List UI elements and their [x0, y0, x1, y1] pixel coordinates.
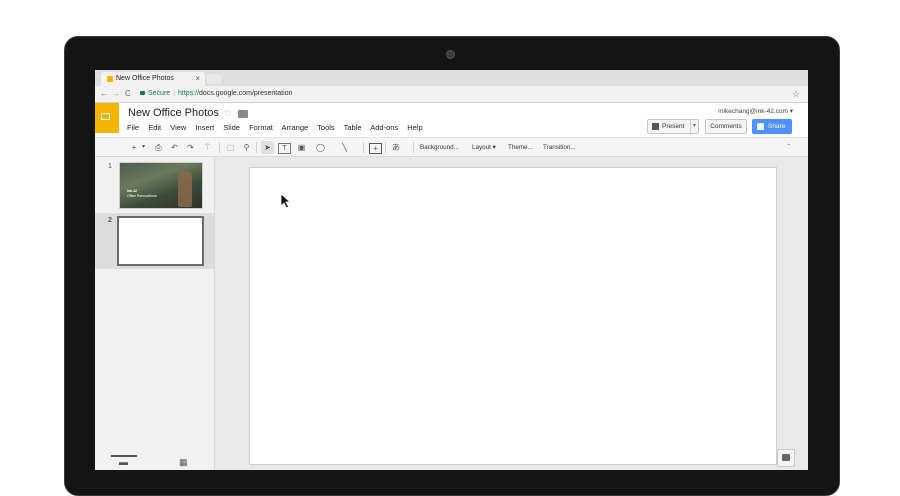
slide-thumbnail-2[interactable]: [117, 216, 204, 266]
thumbnail-title: Ink-42: [127, 189, 138, 193]
share-button[interactable]: Share: [752, 119, 792, 134]
zoom-icon[interactable]: ⚲: [241, 141, 252, 154]
new-slide-dropdown-icon[interactable]: ▾: [140, 141, 147, 154]
webcam: [446, 50, 455, 59]
explore-icon: [782, 454, 790, 461]
menu-arrange[interactable]: Arrange: [282, 123, 309, 132]
menu-table[interactable]: Table: [344, 123, 362, 132]
reload-icon[interactable]: C: [125, 87, 131, 101]
menu-insert[interactable]: Insert: [195, 123, 214, 132]
new-tab-button[interactable]: [207, 74, 221, 84]
menu-bar: File Edit View Insert Slide Format Arran…: [127, 123, 430, 132]
bookmark-star-icon[interactable]: ☆: [792, 87, 800, 101]
textbox-icon[interactable]: T: [278, 143, 291, 154]
slides-logo-icon[interactable]: [95, 103, 119, 133]
tab-title: New Office Photos: [116, 75, 174, 82]
tab-close-icon[interactable]: ×: [195, 72, 200, 86]
lock-icon: [140, 91, 145, 96]
slides-favicon-icon: [107, 76, 113, 82]
star-icon[interactable]: ☆: [223, 108, 232, 119]
collapse-toolbar-icon[interactable]: ˆ: [787, 141, 790, 154]
background-button[interactable]: Background...: [420, 141, 459, 154]
menu-tools[interactable]: Tools: [317, 123, 335, 132]
shape-icon[interactable]: ◯: [315, 141, 326, 154]
print-icon[interactable]: ⎙: [153, 141, 164, 154]
menu-edit[interactable]: Edit: [148, 123, 161, 132]
menu-help[interactable]: Help: [407, 123, 422, 132]
menu-format[interactable]: Format: [249, 123, 273, 132]
present-label: Present: [662, 123, 685, 130]
share-icon: [757, 123, 764, 130]
address-bar: ← → C Secure | https://docs.google.com/pre…: [95, 86, 808, 103]
present-icon: [652, 123, 659, 130]
url-field[interactable]: Secure | https://docs.google.com/presentat…: [140, 88, 292, 100]
present-dropdown-icon[interactable]: ▾: [689, 120, 696, 133]
explore-button[interactable]: [777, 449, 795, 467]
line-icon[interactable]: ╲: [339, 141, 350, 154]
transition-button[interactable]: Transition...: [543, 141, 576, 154]
input-tools-icon[interactable]: あ: [390, 141, 402, 154]
comments-button[interactable]: Comments: [705, 119, 747, 134]
slide-editor: [215, 157, 808, 470]
new-slide-icon[interactable]: +: [129, 141, 139, 154]
thumbnail-photo: [178, 171, 192, 207]
mouse-cursor-icon: [280, 193, 292, 209]
back-icon[interactable]: ←: [100, 87, 108, 101]
menu-slide[interactable]: Slide: [223, 123, 240, 132]
present-button[interactable]: Present ▾: [647, 119, 699, 134]
image-icon[interactable]: ▣: [296, 141, 307, 154]
slide-canvas[interactable]: [249, 167, 777, 465]
account-email[interactable]: mikechang@ink-42.com ▾: [718, 107, 793, 115]
tab-strip: New Office Photos ×: [95, 70, 808, 86]
theme-button[interactable]: Theme...: [508, 141, 533, 154]
browser-tab[interactable]: New Office Photos ×: [101, 72, 205, 86]
list-view-icon[interactable]: ▬: [119, 457, 128, 467]
comment-icon[interactable]: +: [369, 143, 382, 154]
forward-icon[interactable]: →: [112, 87, 120, 101]
menu-view[interactable]: View: [170, 123, 186, 132]
screen: New Office Photos × ← → C Secure | https:/…: [95, 70, 808, 470]
docs-header: New Office Photos ☆ File Edit View Inser…: [95, 103, 808, 137]
secure-label: Secure: [148, 90, 171, 97]
url-path: docs.google.com/presentation: [199, 90, 293, 97]
layout-button[interactable]: Layout ▾: [472, 141, 496, 154]
slide-number: 1: [108, 163, 112, 170]
folder-icon[interactable]: [238, 110, 248, 118]
grid-view-icon[interactable]: ▦: [179, 457, 188, 468]
url-scheme: https://: [178, 90, 200, 97]
slide-filmstrip: 1 Ink-42 Office Renovations 2 ▬ ▦: [95, 157, 215, 470]
menu-file[interactable]: File: [127, 123, 139, 132]
undo-icon[interactable]: ↶: [169, 141, 180, 154]
zoom-fit-icon[interactable]: ▢: [225, 141, 236, 154]
menu-addons[interactable]: Add-ons: [370, 123, 398, 132]
select-icon[interactable]: ➤: [261, 141, 274, 154]
slide-number: 2: [108, 217, 112, 224]
share-label: Share: [768, 123, 786, 130]
document-title[interactable]: New Office Photos: [128, 107, 219, 119]
redo-icon[interactable]: ↷: [185, 141, 196, 154]
paint-format-icon[interactable]: ⍑: [202, 141, 213, 154]
toolbar: + ▾ ⎙ ↶ ↷ ⍑ ▢ ⚲ ➤ T ▣ ◯ ╲ + あ Background…: [95, 137, 808, 157]
thumbnail-subtitle: Office Renovations: [127, 194, 157, 198]
slide-thumbnail-1[interactable]: Ink-42 Office Renovations: [119, 162, 203, 209]
